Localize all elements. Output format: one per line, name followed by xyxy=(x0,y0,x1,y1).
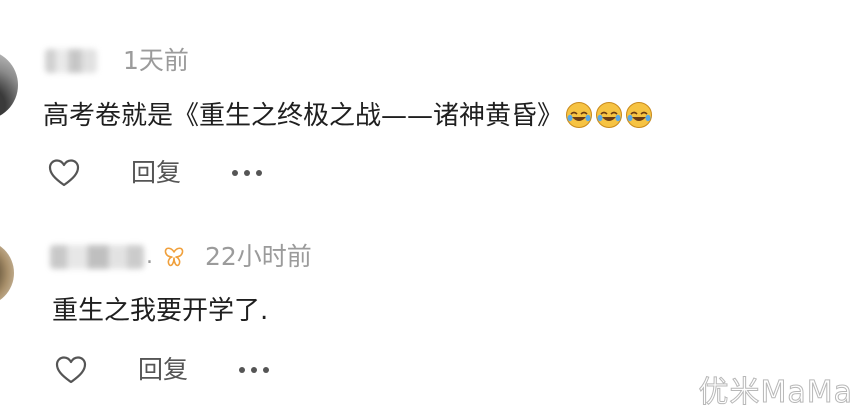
comment-header: 1天前 xyxy=(45,44,189,78)
comment-text-content: 高考卷就是《重生之终极之战——诸神黄昏》 xyxy=(43,101,564,131)
heart-icon xyxy=(48,159,80,187)
comment-text: 高考卷就是《重生之终极之战——诸神黄昏》 xyxy=(43,98,653,134)
username-suffix: . xyxy=(146,244,153,269)
more-dots-icon xyxy=(232,170,263,176)
reply-button[interactable]: 回复 xyxy=(138,350,188,390)
rolling-on-floor-laughing-emoji-icon xyxy=(566,102,593,128)
comment-actions: 回复 xyxy=(54,350,270,390)
timestamp: 22小时前 xyxy=(205,242,312,271)
watermark: 优米MaMa xyxy=(698,375,853,410)
reply-button[interactable]: 回复 xyxy=(131,153,181,193)
more-button[interactable] xyxy=(238,353,270,387)
like-button[interactable] xyxy=(54,353,88,387)
more-dots-icon xyxy=(239,367,270,373)
comment-text: 重生之我要开学了. xyxy=(52,293,268,329)
username-blurred[interactable] xyxy=(50,245,144,269)
rolling-on-floor-laughing-emoji-icon xyxy=(596,102,623,128)
comment-text-content: 重生之我要开学了. xyxy=(52,296,269,326)
timestamp: 1天前 xyxy=(123,46,189,75)
comment-item: 1天前 高考卷就是《重生之终极之战——诸神黄昏》 回复 xyxy=(0,0,865,205)
rolling-on-floor-laughing-emoji-icon xyxy=(626,102,653,128)
butterfly-badge-icon xyxy=(164,247,184,267)
more-button[interactable] xyxy=(231,156,263,190)
like-button[interactable] xyxy=(47,156,81,190)
comment-actions: 回复 xyxy=(47,153,263,193)
heart-icon xyxy=(55,356,87,384)
avatar[interactable] xyxy=(0,50,18,120)
username-blurred[interactable] xyxy=(45,49,97,73)
avatar[interactable] xyxy=(0,240,14,306)
comment-header: . 22小时前 xyxy=(50,240,312,274)
